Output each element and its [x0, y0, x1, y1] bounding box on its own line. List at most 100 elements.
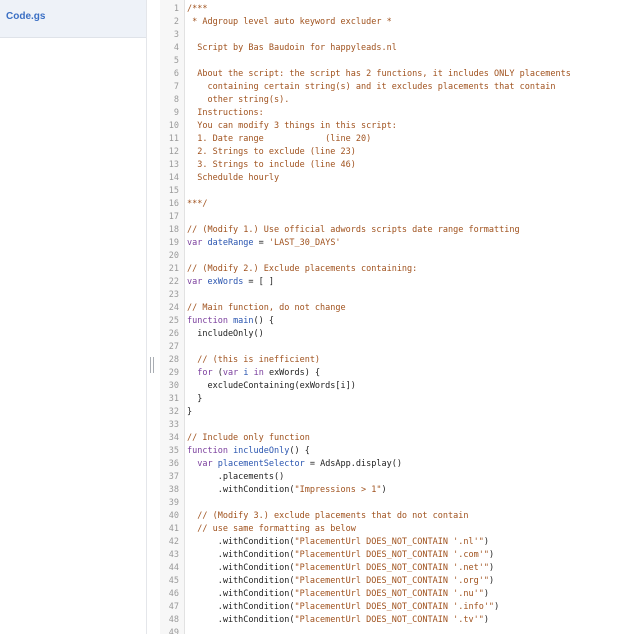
code-token: () { [253, 316, 275, 326]
line-number: 10 [168, 121, 179, 131]
line-number: 49 [168, 628, 179, 634]
code-token: placementSelector [217, 459, 305, 469]
code-token: ) [483, 589, 489, 599]
line-number: 42 [168, 537, 179, 547]
code-token: Instructions: [187, 108, 264, 118]
code-line: 7 containing certain string(s) and it ex… [160, 81, 638, 94]
code-line: 34 // Include only function [160, 432, 638, 445]
code-token: "PlacementUrl DOES_NOT_CONTAIN '.org'" [294, 576, 489, 586]
code-token: in [253, 368, 264, 378]
line-code: var placementSelector = AdsApp.display() [187, 458, 402, 471]
code-editor[interactable]: 1 /*** 2 * Adgroup level auto keyword excl… [160, 0, 638, 634]
code-line: 30 excludeContaining(exWords[i]) [160, 380, 638, 393]
line-code: // Main function, do not change [187, 302, 346, 315]
line-number: 18 [168, 225, 179, 235]
code-line: 9 Instructions: [160, 107, 638, 120]
code-line: 26 includeOnly() [160, 328, 638, 341]
line-code: .withCondition("PlacementUrl DOES_NOT_CO… [187, 601, 499, 614]
code-line: 29 for (var i in exWords) { [160, 367, 638, 380]
code-token: var [222, 368, 244, 378]
code-line: 20 [160, 250, 638, 263]
code-token: "Impressions > 1" [294, 485, 382, 495]
code-line: 10 You can modify 3 things in this scrip… [160, 120, 638, 133]
code-line: 35 function includeOnly() { [160, 445, 638, 458]
code-line: 23 [160, 289, 638, 302]
line-code: ***/ [187, 198, 207, 211]
line-number: 23 [168, 290, 179, 300]
file-sidebar: Code.gs [0, 0, 147, 634]
code-token: ) [488, 563, 495, 573]
code-token: = AdsApp.display() [304, 459, 402, 469]
line-code: .withCondition("PlacementUrl DOES_NOT_CO… [187, 614, 489, 627]
code-line: 45 .withCondition("PlacementUrl DOES_NOT… [160, 575, 638, 588]
code-token: .placements() [187, 472, 285, 482]
code-token: .withCondition( [187, 602, 295, 612]
line-code: var exWords = [ ] [187, 276, 274, 289]
code-token: // Include only function [187, 433, 310, 443]
line-code: // (Modify 1.) Use official adwords scri… [187, 224, 520, 237]
code-line: 42 .withCondition("PlacementUrl DOES_NOT… [160, 536, 638, 549]
code-token: excludeContaining(exWords[i]) [187, 381, 356, 391]
code-token: // (Modify 3.) exclude placements that d… [187, 511, 469, 521]
code-line: 37 .placements() [160, 471, 638, 484]
line-code: for (var i in exWords) { [187, 367, 320, 380]
code-token: main [233, 316, 254, 326]
code-token: "PlacementUrl DOES_NOT_CONTAIN '.nl'" [294, 537, 484, 547]
code-line: 12 2. Strings to exclude (line 23) [160, 146, 638, 159]
line-number: 33 [168, 420, 179, 430]
code-token: * Adgroup level auto keyword excluder * [187, 17, 392, 27]
panel-resize-handle[interactable] [149, 357, 155, 373]
line-code: .withCondition("PlacementUrl DOES_NOT_CO… [187, 575, 494, 588]
line-code: .withCondition("PlacementUrl DOES_NOT_CO… [187, 588, 489, 601]
line-number: 44 [168, 563, 179, 573]
line-number: 3 [173, 30, 179, 40]
code-token: containing certain string(s) and it excl… [187, 82, 556, 92]
code-token: /*** [187, 4, 208, 14]
line-number: 5 [173, 56, 179, 66]
line-number: 17 [168, 212, 179, 222]
code-token: = [253, 238, 269, 248]
line-code: .withCondition("Impressions > 1") [187, 484, 387, 497]
line-code: .placements() [187, 471, 285, 484]
code-line: 43 .withCondition("PlacementUrl DOES_NOT… [160, 549, 638, 562]
line-code: } [187, 406, 192, 419]
line-code: excludeContaining(exWords[i]) [187, 380, 356, 393]
code-token: 'LAST_30_DAYS' [268, 238, 341, 248]
code-token: other string(s). [187, 95, 290, 105]
line-number: 1 [173, 4, 179, 14]
line-code: includeOnly() [187, 328, 264, 341]
line-code: * Adgroup level auto keyword excluder * [187, 16, 392, 29]
line-code: other string(s). [187, 94, 289, 107]
line-number: 37 [168, 472, 179, 482]
code-line: 18 // (Modify 1.) Use official adwords sc… [160, 224, 638, 237]
code-line: 38 .withCondition("Impressions > 1") [160, 484, 638, 497]
file-item-code-gs[interactable]: Code.gs [0, 0, 146, 38]
code-line: 8 other string(s). [160, 94, 638, 107]
line-number: 8 [173, 95, 179, 105]
line-number: 38 [168, 485, 179, 495]
line-code: // use same formatting as below [187, 523, 356, 536]
line-number: 36 [168, 459, 179, 469]
code-line: 17 [160, 211, 638, 224]
line-number: 29 [168, 368, 179, 378]
code-line: 47 .withCondition("PlacementUrl DOES_NOT… [160, 601, 638, 614]
code-token: exWords) { [263, 368, 321, 378]
code-line: 14 Schedulde hourly [160, 172, 638, 185]
code-line: 5 [160, 55, 638, 68]
file-name-label: Code.gs [6, 11, 46, 22]
code-token: .withCondition( [187, 537, 295, 547]
code-token: "PlacementUrl DOES_NOT_CONTAIN '.nu'" [294, 589, 484, 599]
code-line: 22 var exWords = [ ] [160, 276, 638, 289]
line-number: 45 [168, 576, 179, 586]
code-line: 27 [160, 341, 638, 354]
line-number: 6 [173, 69, 179, 79]
line-number: 20 [168, 251, 179, 261]
code-line: 2 * Adgroup level auto keyword excluder … [160, 16, 638, 29]
code-line: 36 var placementSelector = AdsApp.displa… [160, 458, 638, 471]
code-token: = [ ] [243, 277, 275, 287]
line-code: Schedulde hourly [187, 172, 279, 185]
line-number: 21 [168, 264, 179, 274]
line-number: 43 [168, 550, 179, 560]
code-token: } [187, 394, 203, 404]
line-code: Instructions: [187, 107, 264, 120]
